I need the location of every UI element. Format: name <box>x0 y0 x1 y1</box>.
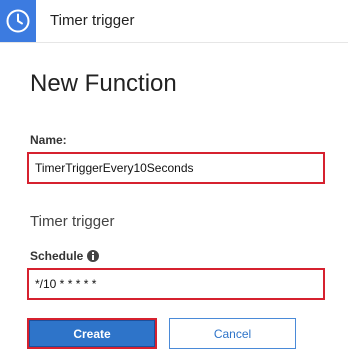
page-title: New Function <box>30 70 177 97</box>
info-icon[interactable] <box>87 250 100 262</box>
header-bar: Timer trigger <box>0 0 348 43</box>
cancel-button[interactable]: Cancel <box>169 318 296 349</box>
section-title: Timer trigger <box>30 213 115 230</box>
schedule-input[interactable] <box>27 268 325 300</box>
name-label: Name: <box>30 133 67 147</box>
schedule-label-row: Schedule <box>30 249 100 263</box>
create-button[interactable]: Create <box>27 318 157 349</box>
header-title: Timer trigger <box>50 12 135 29</box>
clock-icon <box>6 9 30 33</box>
schedule-label: Schedule <box>30 249 84 263</box>
timer-trigger-icon-tile <box>0 0 36 42</box>
name-input[interactable] <box>27 152 325 184</box>
